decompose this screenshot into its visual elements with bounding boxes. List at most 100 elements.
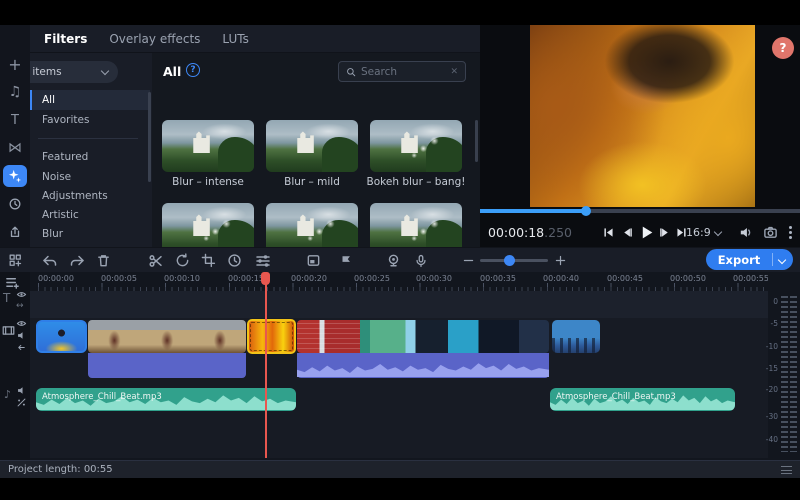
color-adjustments-button[interactable] (254, 252, 271, 269)
rotate-button[interactable] (174, 252, 191, 269)
app-window: + ♫ T ⋈ Filters Overlay effects LUTs (0, 0, 800, 500)
meter-label: -5 (771, 319, 778, 328)
audio-clip-2[interactable]: Atmosphere_Chill_Beat.mp3 (550, 388, 735, 411)
tab-overlay-effects[interactable]: Overlay effects (109, 32, 200, 46)
stickers-icon[interactable] (0, 221, 30, 243)
ruler-label: 00:00:05 (101, 274, 137, 283)
category-favorites[interactable]: Favorites (30, 110, 150, 130)
audio-icon[interactable]: ♫ (0, 81, 30, 103)
edit-toolbar: Export (0, 247, 800, 272)
playhead-line[interactable] (265, 272, 267, 458)
search-icon (346, 67, 356, 77)
chevron-down-icon (101, 66, 109, 74)
prev-frame-button[interactable] (621, 226, 634, 239)
ruler-label: 00:00:20 (291, 274, 327, 283)
linked-audio-clip-2[interactable] (88, 353, 246, 378)
video-mute-speaker-icon[interactable] (16, 330, 27, 341)
aspect-ratio-dropdown[interactable]: 16:9 (686, 226, 721, 239)
chevron-down-icon (713, 228, 721, 236)
filters-grid-panel: All ? Search ✕ Blur – intense Blur – mil… (152, 53, 480, 247)
add-track-icon[interactable] (5, 275, 20, 290)
titles-icon[interactable]: T (0, 109, 30, 131)
meter-column-left (781, 296, 788, 452)
category-adjustments[interactable]: Adjustments (30, 186, 150, 206)
seek-bar[interactable] (480, 209, 800, 213)
category-all[interactable]: All (30, 90, 150, 110)
title-track[interactable] (30, 291, 768, 318)
zoom-slider-handle[interactable] (504, 255, 515, 266)
tab-filters[interactable]: Filters (44, 32, 87, 46)
add-media-icon[interactable]: + (0, 53, 30, 75)
filters-icon[interactable] (3, 165, 27, 187)
redo-button[interactable] (69, 252, 86, 269)
category-artistic[interactable]: Artistic (30, 205, 150, 225)
seek-handle[interactable] (581, 206, 591, 216)
filter-thumb-bokeh-bang[interactable] (370, 120, 462, 172)
linked-audio-clip-4[interactable] (297, 353, 549, 378)
category-blur[interactable]: Blur (30, 224, 150, 244)
audio-clip-1[interactable]: Atmosphere_Chill_Beat.mp3 (36, 388, 296, 411)
overlay-button[interactable] (305, 252, 322, 269)
meter-column-right (790, 296, 797, 452)
next-frame-button[interactable] (658, 226, 671, 239)
ruler-label: 00:00:30 (416, 274, 452, 283)
filter-thumb-blur-mild[interactable] (266, 120, 358, 172)
search-input[interactable]: Search ✕ (338, 61, 466, 82)
video-frame (530, 25, 755, 207)
category-noise[interactable]: Noise (30, 167, 150, 187)
zoom-out-button[interactable] (460, 252, 477, 269)
volume-button[interactable] (738, 225, 753, 240)
audio-volume-speaker-icon[interactable] (16, 385, 27, 396)
video-clip-5[interactable] (552, 320, 600, 353)
more-tools-icon[interactable] (0, 249, 30, 271)
skip-start-button[interactable] (602, 226, 615, 239)
tab-luts[interactable]: LUTs (222, 32, 248, 46)
title-visibility-eye-icon[interactable] (16, 289, 27, 300)
voice-record-button[interactable] (412, 252, 429, 269)
ruler-label: 00:00:10 (164, 274, 200, 283)
audio-level-meter: 0 -5 -10 -15 -20 -30 -40 (768, 272, 800, 458)
help-circle-icon[interactable]: ? (186, 63, 200, 77)
video-visibility-eye-icon[interactable] (16, 318, 27, 329)
zoom-in-button[interactable] (552, 252, 569, 269)
play-button[interactable] (638, 224, 655, 241)
snapshot-button[interactable] (763, 225, 778, 240)
webcam-capture-button[interactable] (385, 252, 402, 269)
split-button[interactable] (147, 252, 164, 269)
clip-speed-button[interactable] (226, 252, 243, 269)
grid-scrollbar[interactable] (475, 120, 478, 162)
export-chevron-icon[interactable] (778, 255, 786, 263)
video-clip-4[interactable] (297, 320, 549, 353)
category-scrollbar[interactable] (148, 92, 151, 182)
crop-button[interactable] (200, 252, 217, 269)
search-clear-icon[interactable]: ✕ (450, 67, 458, 77)
bottom-black-bar (0, 478, 800, 500)
video-linked-audio-icon[interactable] (16, 342, 27, 353)
meter-label: -10 (766, 342, 778, 351)
playhead-handle[interactable] (261, 272, 270, 285)
resize-grip-icon[interactable] (781, 466, 792, 474)
help-button[interactable]: ? (772, 37, 794, 59)
ruler-label: 00:00:50 (670, 274, 706, 283)
video-clip-3-selected[interactable] (247, 319, 296, 354)
category-featured[interactable]: Featured (30, 147, 150, 167)
undo-button[interactable] (40, 252, 57, 269)
filter-label: Blur – intense (158, 176, 258, 188)
preview-panel: ? 00:00:18.250 16:9 (480, 25, 800, 247)
transitions-icon[interactable]: ⋈ (0, 137, 30, 159)
filter-thumb-blur-intense[interactable] (162, 120, 254, 172)
delete-button[interactable] (95, 252, 112, 269)
audio-unlink-icon[interactable] (16, 397, 27, 408)
meter-label: -30 (766, 412, 778, 421)
title-link-icon[interactable]: ↔ (16, 301, 24, 311)
speed-icon[interactable] (0, 193, 30, 215)
video-clip-2[interactable] (88, 320, 246, 353)
video-clip-1[interactable] (36, 320, 87, 353)
meter-label: -20 (766, 385, 778, 394)
status-bar: Project length: 00:55 (0, 460, 800, 478)
sparkle-icon (8, 169, 22, 183)
preview-menu-icon[interactable] (789, 226, 792, 229)
timeline-ruler[interactable]: 00:00:00 00:00:05 00:00:10 00:00:15 00:0… (30, 272, 770, 291)
marker-flag-button[interactable] (337, 252, 354, 269)
export-button[interactable]: Export (706, 249, 793, 270)
